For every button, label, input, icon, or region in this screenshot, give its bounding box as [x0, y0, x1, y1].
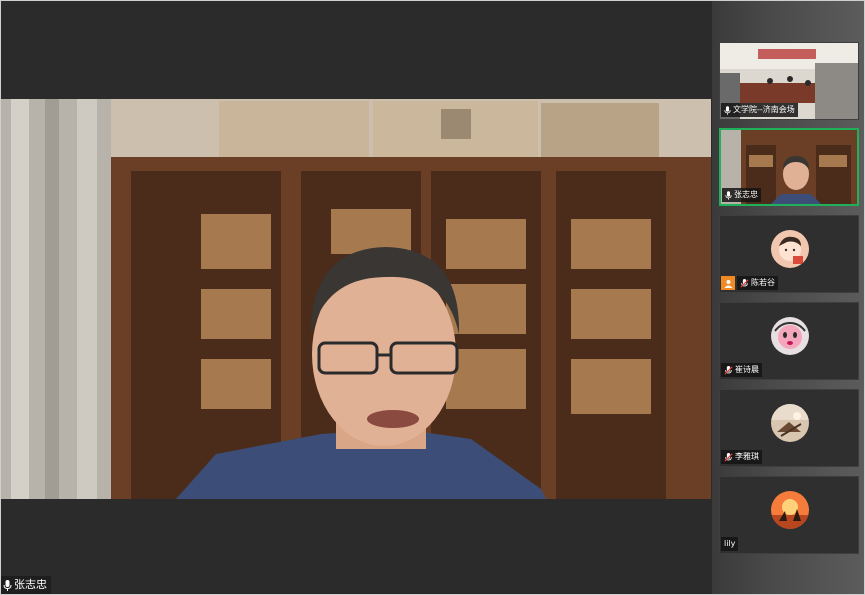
participant-name-label: 李雅琪 [721, 450, 762, 464]
microphone-icon [724, 105, 731, 115]
participant-avatar [771, 230, 809, 268]
microphone-muted-icon [724, 452, 733, 462]
meeting-window: 张志忠 文学院--济南会场 张志忠 陈若谷 崔诗晨 李雅琪 lily [0, 0, 865, 595]
participant-tile[interactable]: 陈若谷 [719, 215, 859, 293]
participant-tile[interactable]: 文学院--济南会场 [719, 42, 859, 120]
host-badge-icon [721, 276, 735, 290]
microphone-icon [725, 190, 732, 200]
speaker-name: 张志忠 [14, 578, 47, 591]
microphone-icon [3, 579, 12, 591]
participant-name-label: 文学院--济南会场 [721, 103, 798, 117]
participant-name-label: lily [721, 537, 739, 551]
participant-avatar [771, 404, 809, 442]
participant-avatar [771, 317, 809, 355]
speaker-name-label: 张志忠 [1, 576, 51, 594]
microphone-muted-icon [724, 365, 733, 375]
speaker-video-image [1, 99, 711, 499]
participant-tile[interactable]: 崔诗晨 [719, 302, 859, 380]
participant-name-label: 陈若谷 [737, 276, 778, 290]
participant-tile-active[interactable]: 张志忠 [719, 128, 859, 206]
participant-name-label: 崔诗晨 [721, 363, 762, 377]
main-speaker-video[interactable] [1, 99, 711, 499]
participant-list: 文学院--济南会场 张志忠 陈若谷 崔诗晨 李雅琪 lily [712, 1, 864, 594]
participant-avatar [771, 491, 809, 529]
participant-tile[interactable]: lily [719, 476, 859, 554]
microphone-muted-icon [740, 278, 749, 288]
participant-tile[interactable]: 李雅琪 [719, 389, 859, 467]
main-speaker-area: 张志忠 [1, 1, 711, 594]
participant-name-label: 张志忠 [722, 188, 761, 202]
